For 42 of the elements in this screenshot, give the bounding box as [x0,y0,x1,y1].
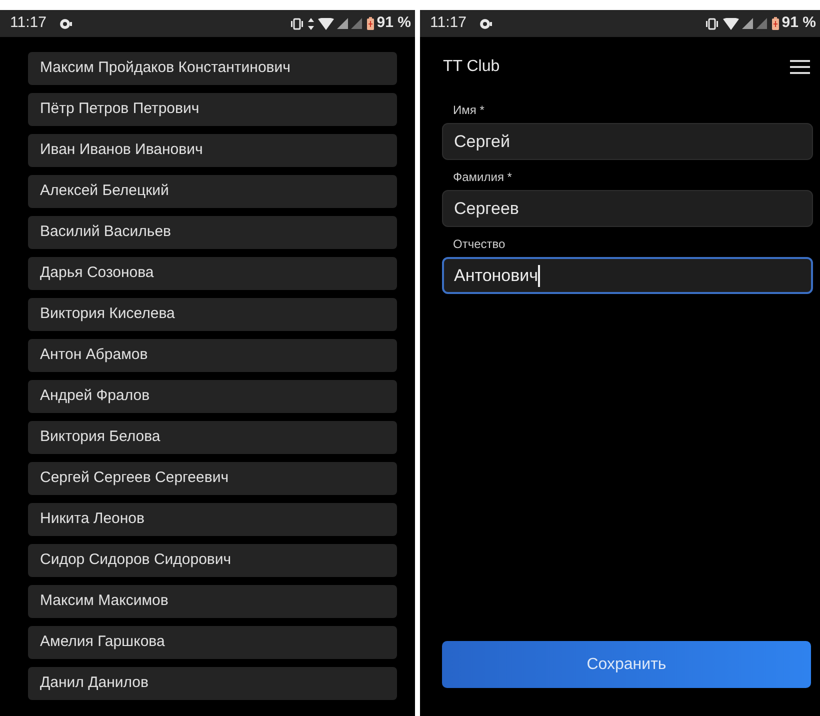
battery-icon [772,17,779,30]
field-label: Фамилия * [452,169,513,186]
person-list-item[interactable]: Виктория Белова [28,421,397,454]
notification-icon [58,18,72,30]
signal-icon [756,18,767,29]
person-list-item[interactable]: Сидор Сидоров Сидорович [28,544,397,577]
wifi-icon [722,18,739,30]
person-list-item[interactable]: Данил Данилов [28,667,397,700]
vibrate-icon [290,18,304,30]
text-input[interactable]: Сергеев [442,190,813,227]
save-button[interactable]: Сохранить [442,641,811,688]
text-input[interactable]: Сергей [442,123,813,160]
person-list-item[interactable]: Иван Иванов Иванович [28,134,397,167]
signal-icon [742,18,753,29]
person-list-item[interactable]: Антон Абрамов [28,339,397,372]
person-list-item[interactable]: Максим Пройдаков Константинович [28,52,397,85]
person-list-item[interactable]: Алексей Белецкий [28,175,397,208]
person-list-item[interactable]: Василий Васильев [28,216,397,249]
menu-icon[interactable] [790,60,810,74]
person-list-item[interactable]: Дарья Созонова [28,257,397,290]
person-list-item[interactable]: Сергей Сергеев Сергеевич [28,462,397,495]
battery-icon [366,17,374,30]
person-list-item[interactable]: Никита Леонов [28,503,397,536]
notification-icon [478,18,492,30]
signal-icon [336,18,348,29]
person-list-item[interactable]: Пётр Петров Петрович [28,93,397,126]
status-time: 11:17 [10,13,46,34]
field-label: Отчество [452,236,506,253]
wifi-icon [318,18,334,30]
field-label: Имя * [452,102,486,119]
person-list-item[interactable]: Максим Максимов [28,585,397,618]
vibrate-icon [704,18,719,30]
battery-percent: 91 % [376,13,411,34]
signal-icon [350,18,362,29]
app-title: TT Club [443,57,500,77]
status-time: 11:17 [430,13,466,34]
person-list-item[interactable]: Андрей Фралов [28,380,397,413]
person-list-item[interactable]: Амелия Гаршкова [28,626,397,659]
person-list-item[interactable]: Виктория Киселева [28,298,397,331]
data-arrows-icon [308,18,314,30]
text-input[interactable]: Антонович [442,257,813,294]
battery-percent: 91 % [782,13,816,34]
